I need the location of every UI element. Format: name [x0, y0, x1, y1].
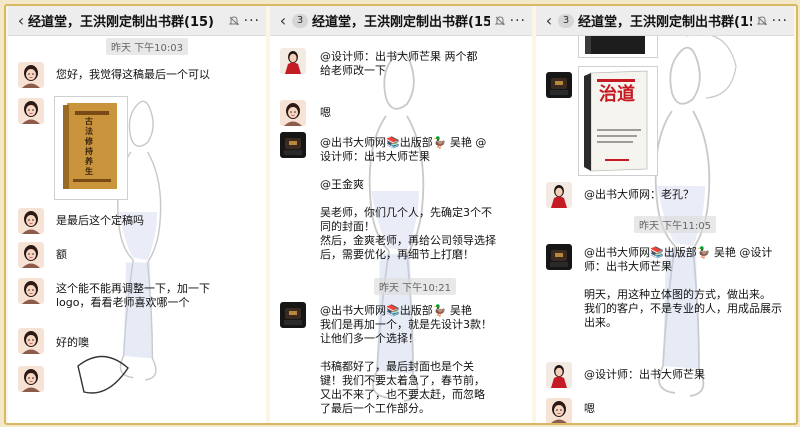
message-text[interactable]: 这个能不能再调整一下，加一下logo，看看老师喜欢哪一个	[56, 282, 218, 310]
avatar[interactable]	[280, 302, 306, 328]
chat-background-illustration	[654, 33, 737, 397]
book-title: 治道	[599, 84, 635, 105]
timestamp: 昨天 下午10:03	[106, 38, 188, 55]
chat-panel-middle: ‹ 3 经道堂，王洪刚定制出书群(15) ··· @设计师：出书大师芒果 两个都…	[270, 6, 532, 423]
avatar[interactable]	[18, 62, 44, 88]
avatar[interactable]	[546, 182, 572, 208]
message-text[interactable]: 是最后这个定稿吗	[56, 214, 256, 228]
book-3d-image[interactable]: 治道	[578, 66, 658, 176]
avatar[interactable]	[280, 48, 306, 74]
book-cover-image[interactable]: 古法修持养生	[54, 96, 128, 200]
back-arrow-icon[interactable]: ‹	[14, 6, 28, 36]
back-arrow-icon[interactable]: ‹	[542, 6, 556, 36]
more-options-icon[interactable]: ···	[244, 13, 260, 29]
chat-panel-left: ‹ 经道堂，王洪刚定制出书群(15) ··· 昨天 下午10:03 您好，我觉得…	[8, 6, 266, 423]
unread-count-badge: 3	[292, 13, 308, 28]
message-text[interactable]: @出书大师网📚出版部🦆 吴艳 我们是再加一个，就是先设计3款！让他们多一个选择！…	[320, 304, 492, 416]
avatar[interactable]	[546, 398, 572, 423]
avatar[interactable]	[18, 242, 44, 268]
chat-panel-right: ‹ 3 经道堂，王洪刚定制出书群(15) ··· 治道 @出书大师网：老孔？ 昨…	[536, 6, 794, 423]
avatar[interactable]	[546, 244, 572, 270]
message-text[interactable]: @出书大师网📚出版部🦆 吴艳 @设计师：出书大师芒果 明天，用这种立体图的方式，…	[584, 246, 784, 330]
avatar[interactable]	[280, 132, 306, 158]
avatar[interactable]	[18, 98, 44, 124]
message-text[interactable]: 嗯	[320, 106, 488, 120]
avatar[interactable]	[546, 362, 572, 388]
mute-bell-icon	[228, 15, 239, 25]
group-title: 经道堂，王洪刚定制出书群(15)	[578, 15, 752, 30]
message-text[interactable]: 好的噢	[56, 336, 256, 350]
message-text[interactable]: @出书大师网📚出版部🦆 吴艳 @设计师：出书大师芒果 @王金爽 吴老师，你们几个…	[320, 136, 496, 262]
screenshot-frame: ‹ 经道堂，王洪刚定制出书群(15) ··· 昨天 下午10:03 您好，我觉得…	[4, 4, 798, 425]
message-text[interactable]: @设计师：出书大师芒果 两个都给老师改一下	[320, 50, 488, 78]
avatar[interactable]	[18, 366, 44, 392]
message-text[interactable]: @出书大师网：老孔？	[584, 188, 784, 202]
avatar[interactable]	[18, 278, 44, 304]
message-text[interactable]: @设计师：出书大师芒果	[584, 368, 784, 382]
avatar[interactable]	[18, 328, 44, 354]
book-title: 古法修持养生	[85, 117, 93, 176]
mute-bell-icon	[494, 15, 505, 25]
more-options-icon[interactable]: ···	[772, 13, 788, 29]
message-text[interactable]: 额	[56, 248, 256, 262]
mute-bell-icon	[756, 15, 767, 25]
chat-header: ‹ 3 经道堂，王洪刚定制出书群(15) ···	[270, 6, 532, 36]
message-text[interactable]: 嗯	[584, 402, 784, 416]
avatar[interactable]	[280, 100, 306, 126]
chat-header: ‹ 经道堂，王洪刚定制出书群(15) ···	[8, 6, 266, 36]
back-arrow-icon[interactable]: ‹	[276, 6, 290, 36]
message-text[interactable]: 您好，我觉得这稿最后一个可以	[56, 68, 256, 82]
timestamp: 昨天 下午10:21	[374, 278, 456, 295]
chat-header: ‹ 3 经道堂，王洪刚定制出书群(15) ···	[536, 6, 794, 36]
group-title: 经道堂，王洪刚定制出书群(15)	[28, 15, 214, 30]
unread-count-badge: 3	[558, 13, 574, 28]
avatar[interactable]	[546, 72, 572, 98]
timestamp: 昨天 下午11:05	[634, 216, 716, 233]
more-options-icon[interactable]: ···	[510, 13, 526, 29]
avatar[interactable]	[18, 208, 44, 234]
group-title: 经道堂，王洪刚定制出书群(15)	[312, 15, 490, 30]
